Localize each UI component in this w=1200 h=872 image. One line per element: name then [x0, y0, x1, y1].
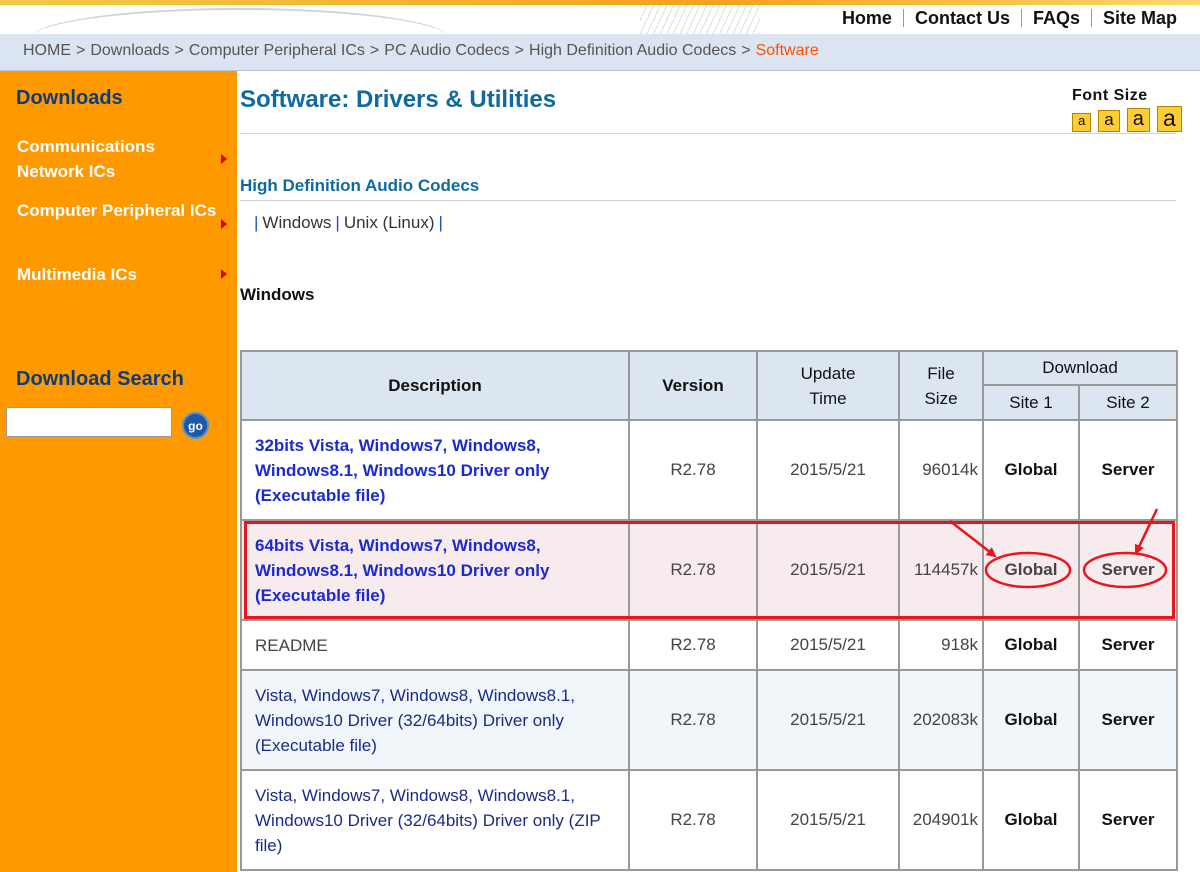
download-search-input[interactable]	[6, 407, 172, 437]
download-global-link[interactable]: Global	[982, 669, 1080, 771]
nav-contact-us-link[interactable]: Contact Us	[904, 8, 1021, 29]
breadcrumb-pc-audio-codecs[interactable]: PC Audio Codecs	[384, 42, 509, 59]
row-description-link[interactable]: 32bits Vista, Windows7, Windows8, Window…	[240, 419, 630, 521]
font-size-control: Font Size a a a a	[1072, 87, 1182, 132]
os-link-separator: |	[438, 213, 443, 232]
table-row: Vista, Windows7, Windows8, Windows8.1, W…	[240, 669, 1178, 771]
download-global-link[interactable]: Global	[982, 619, 1080, 671]
table-row: 64bits Vista, Windows7, Windows8, Window…	[240, 519, 1178, 621]
go-icon: go	[188, 418, 203, 433]
breadcrumb-current: Software	[755, 42, 819, 59]
row-description-link[interactable]: Vista, Windows7, Windows8, Windows8.1, W…	[240, 669, 630, 771]
os-link-separator: |	[335, 213, 340, 232]
os-link-unix-linux[interactable]: Unix (Linux)	[344, 213, 435, 232]
breadcrumb-separator: >	[76, 42, 86, 59]
row-file-size: 204901k	[898, 769, 984, 871]
header-version: Version	[628, 350, 758, 421]
breadcrumb-home[interactable]: HOME	[23, 42, 71, 59]
font-size-large-button[interactable]: a	[1126, 108, 1150, 132]
row-update-time: 2015/5/21	[756, 519, 900, 621]
table-row: 32bits Vista, Windows7, Windows8, Window…	[240, 419, 1178, 521]
row-version: R2.78	[628, 519, 758, 621]
row-description-link[interactable]: README	[240, 619, 630, 671]
download-global-link[interactable]: Global	[982, 519, 1080, 621]
row-update-time: 2015/5/21	[756, 669, 900, 771]
download-search-title: Download Search	[16, 368, 184, 390]
sidebar-item-multimedia-ics[interactable]: Multimedia ICs	[17, 262, 217, 287]
breadcrumb: HOME > Downloads > Computer Peripheral ICs > P…	[23, 42, 819, 60]
download-server-link[interactable]: Server	[1078, 769, 1178, 871]
download-global-link[interactable]: Global	[982, 769, 1080, 871]
breadcrumb-separator: >	[369, 42, 380, 59]
header-site-1: Site 1	[982, 384, 1080, 421]
sidebar: Downloads Communications Network ICs Com…	[0, 71, 237, 872]
font-size-label: Font Size	[1072, 87, 1148, 104]
nav-faqs-link[interactable]: FAQs	[1022, 8, 1091, 29]
section-title: High Definition Audio Codecs	[240, 176, 480, 195]
breadcrumb-separator: >	[741, 42, 751, 59]
font-size-xlarge-button[interactable]: a	[1156, 106, 1182, 132]
download-server-link[interactable]: Server	[1078, 619, 1178, 671]
row-version: R2.78	[628, 419, 758, 521]
row-file-size: 114457k	[898, 519, 984, 621]
arrow-right-icon	[221, 269, 227, 279]
section-divider	[240, 200, 1176, 201]
sidebar-title: Downloads	[16, 87, 123, 109]
row-file-size: 96014k	[898, 419, 984, 521]
arrow-right-icon	[221, 154, 227, 164]
row-file-size: 918k	[898, 619, 984, 671]
sidebar-item-communications-network-ics[interactable]: Communications Network ICs	[17, 134, 217, 184]
row-description-link[interactable]: Vista, Windows7, Windows8, Windows8.1, W…	[240, 769, 630, 871]
arrow-right-icon	[221, 219, 227, 229]
breadcrumb-bar: HOME > Downloads > Computer Peripheral ICs > P…	[0, 34, 1200, 71]
breadcrumb-downloads[interactable]: Downloads	[90, 42, 169, 59]
downloads-table: Description Version Update Time File Siz…	[240, 350, 1178, 871]
row-update-time: 2015/5/21	[756, 619, 900, 671]
search-go-button[interactable]: go	[182, 412, 209, 439]
top-header: Home Contact Us FAQs Site Map	[0, 0, 1200, 34]
title-divider	[240, 133, 1176, 134]
header-site-2: Site 2	[1078, 384, 1178, 421]
breadcrumb-separator: >	[174, 42, 184, 59]
header-download: Download	[982, 350, 1178, 386]
font-size-small-button[interactable]: a	[1072, 113, 1092, 132]
header-decoration-hatch	[640, 5, 760, 34]
nav-home-link[interactable]: Home	[831, 8, 903, 29]
page-title: Software: Drivers & Utilities	[240, 86, 557, 113]
font-size-buttons: a a a a	[1072, 106, 1182, 132]
windows-heading: Windows	[240, 285, 315, 304]
os-link-windows[interactable]: Windows	[262, 213, 331, 232]
download-server-link[interactable]: Server	[1078, 519, 1178, 621]
header-decoration-arc	[30, 8, 450, 34]
top-nav: Home Contact Us FAQs Site Map	[831, 5, 1188, 31]
row-update-time: 2015/5/21	[756, 419, 900, 521]
download-global-link[interactable]: Global	[982, 419, 1080, 521]
row-version: R2.78	[628, 769, 758, 871]
breadcrumb-computer-peripheral-ics[interactable]: Computer Peripheral ICs	[189, 42, 365, 59]
row-description-link[interactable]: 64bits Vista, Windows7, Windows8, Window…	[240, 519, 630, 621]
nav-site-map-link[interactable]: Site Map	[1092, 8, 1188, 29]
row-version: R2.78	[628, 619, 758, 671]
sidebar-item-computer-peripheral-ics[interactable]: Computer Peripheral ICs	[17, 198, 217, 223]
breadcrumb-hd-audio-codecs[interactable]: High Definition Audio Codecs	[529, 42, 736, 59]
row-update-time: 2015/5/21	[756, 769, 900, 871]
download-server-link[interactable]: Server	[1078, 669, 1178, 771]
os-filter-links: | Windows | Unix (Linux) |	[250, 213, 447, 233]
row-file-size: 202083k	[898, 669, 984, 771]
breadcrumb-separator: >	[514, 42, 525, 59]
header-file-size: File Size	[898, 350, 984, 421]
font-size-medium-button[interactable]: a	[1098, 110, 1120, 132]
table-row: Vista, Windows7, Windows8, Windows8.1, W…	[240, 769, 1178, 871]
header-update-time: Update Time	[756, 350, 900, 421]
table-row: README R2.78 2015/5/21 918k Global Serve…	[240, 619, 1178, 671]
row-version: R2.78	[628, 669, 758, 771]
header-description: Description	[240, 350, 630, 421]
os-link-separator: |	[254, 213, 259, 232]
download-server-link[interactable]: Server	[1078, 419, 1178, 521]
